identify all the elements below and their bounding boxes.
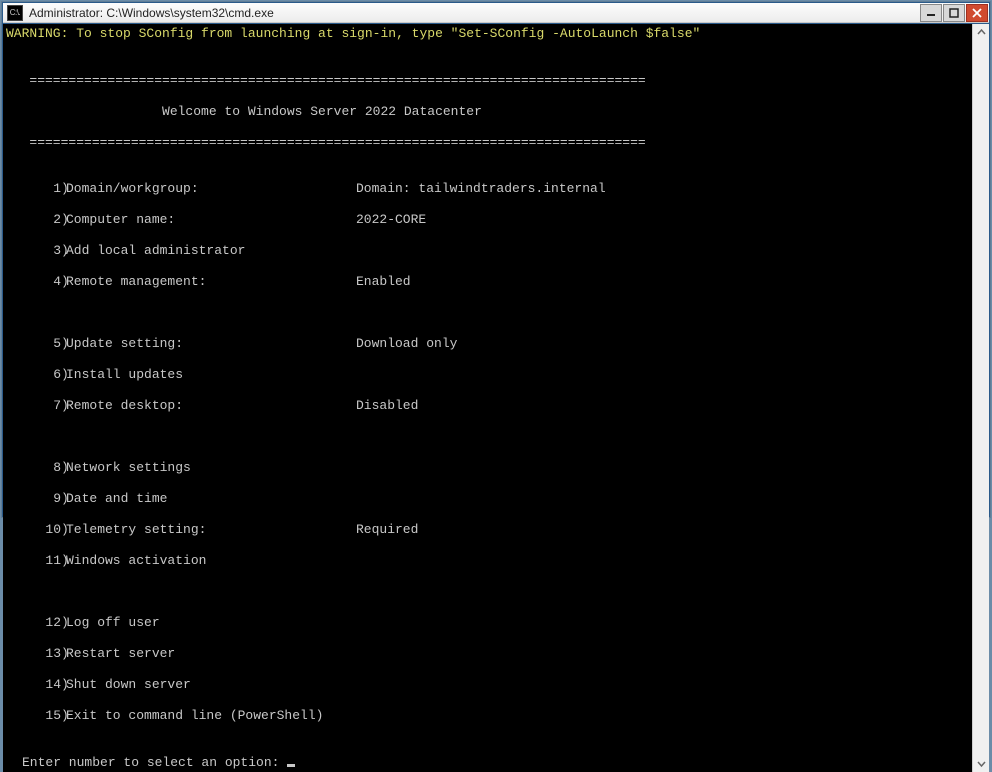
menu-label: Log off user <box>66 615 356 631</box>
menu-item-blank-8 <box>6 429 969 445</box>
menu-number: 5) <box>6 336 66 352</box>
menu-label: Windows activation <box>66 553 356 569</box>
divider-top: ========================================… <box>6 73 969 89</box>
scrollbar-track[interactable] <box>973 41 989 755</box>
warning-line: WARNING: To stop SConfig from launching … <box>6 26 969 42</box>
cmd-window: C:\. Administrator: C:\Windows\system32\… <box>2 2 990 517</box>
menu-item-2[interactable]: 2)Computer name:2022-CORE <box>6 212 969 228</box>
menu-number: 8) <box>6 460 66 476</box>
menu-label: Add local administrator <box>66 243 356 259</box>
menu-value: Required <box>356 522 418 538</box>
menu-label: Domain/workgroup: <box>66 181 356 197</box>
menu-label: Install updates <box>66 367 356 383</box>
menu-number: 1) <box>6 181 66 197</box>
menu-item-7[interactable]: 7)Remote desktop:Disabled <box>6 398 969 414</box>
menu-item-10[interactable]: 10)Telemetry setting:Required <box>6 522 969 538</box>
menu-value: Disabled <box>356 398 418 414</box>
window-controls <box>920 3 989 22</box>
welcome-line: Welcome to Windows Server 2022 Datacente… <box>6 104 969 120</box>
menu-number: 3) <box>6 243 66 259</box>
menu-item-14[interactable]: 14)Shut down server <box>6 677 969 693</box>
menu-value: Download only <box>356 336 457 352</box>
maximize-button[interactable] <box>943 4 965 22</box>
menu-label: Computer name: <box>66 212 356 228</box>
prompt-text: Enter number to select an option: <box>22 755 287 770</box>
menu-item-9[interactable]: 9)Date and time <box>6 491 969 507</box>
menu-item-6[interactable]: 6)Install updates <box>6 367 969 383</box>
prompt-line[interactable]: Enter number to select an option: <box>6 755 969 771</box>
vertical-scrollbar[interactable] <box>972 24 989 772</box>
menu-label: Telemetry setting: <box>66 522 356 538</box>
titlebar[interactable]: C:\. Administrator: C:\Windows\system32\… <box>3 3 989 23</box>
menu-label: Remote desktop: <box>66 398 356 414</box>
menu-number: 15) <box>6 708 66 724</box>
menu-number: 10) <box>6 522 66 538</box>
menu-item-13[interactable]: 13)Restart server <box>6 646 969 662</box>
menu-label: Restart server <box>66 646 356 662</box>
menu-item-blank-4 <box>6 305 969 321</box>
divider-bottom: ========================================… <box>6 135 969 151</box>
menu-item-blank-13 <box>6 584 969 600</box>
menu-value: Enabled <box>356 274 411 290</box>
menu-label: Shut down server <box>66 677 356 693</box>
menu-number <box>6 305 66 321</box>
menu-number: 7) <box>6 398 66 414</box>
menu-number: 9) <box>6 491 66 507</box>
close-button[interactable] <box>966 4 988 22</box>
menu-number: 13) <box>6 646 66 662</box>
menu-label: Update setting: <box>66 336 356 352</box>
menu-label: Exit to command line (PowerShell) <box>66 708 356 724</box>
menu-item-8[interactable]: 8)Network settings <box>6 460 969 476</box>
menu-item-1[interactable]: 1)Domain/workgroup:Domain: tailwindtrade… <box>6 181 969 197</box>
menu-item-11[interactable]: 11)Windows activation <box>6 553 969 569</box>
scroll-down-button[interactable] <box>973 755 989 772</box>
scroll-up-button[interactable] <box>973 24 989 41</box>
menu-label: Date and time <box>66 491 356 507</box>
minimize-button[interactable] <box>920 4 942 22</box>
menu-item-5[interactable]: 5)Update setting:Download only <box>6 336 969 352</box>
menu-number: 11) <box>6 553 66 569</box>
terminal-output[interactable]: WARNING: To stop SConfig from launching … <box>3 24 972 772</box>
client-area: WARNING: To stop SConfig from launching … <box>3 23 989 772</box>
menu-number: 2) <box>6 212 66 228</box>
menu-number <box>6 584 66 600</box>
cmd-icon: C:\. <box>7 5 23 21</box>
menu-value: 2022-CORE <box>356 212 426 228</box>
cursor <box>287 764 295 767</box>
menu-number <box>6 429 66 445</box>
menu-label: Network settings <box>66 460 356 476</box>
menu-number: 12) <box>6 615 66 631</box>
menu-item-15[interactable]: 15)Exit to command line (PowerShell) <box>6 708 969 724</box>
menu-label: Remote management: <box>66 274 356 290</box>
menu-number: 4) <box>6 274 66 290</box>
menu-number: 6) <box>6 367 66 383</box>
window-title: Administrator: C:\Windows\system32\cmd.e… <box>29 6 920 20</box>
menu-item-3[interactable]: 3)Add local administrator <box>6 243 969 259</box>
menu-item-12[interactable]: 12)Log off user <box>6 615 969 631</box>
menu-item-4[interactable]: 4)Remote management:Enabled <box>6 274 969 290</box>
menu-number: 14) <box>6 677 66 693</box>
menu-value: Domain: tailwindtraders.internal <box>356 181 606 197</box>
